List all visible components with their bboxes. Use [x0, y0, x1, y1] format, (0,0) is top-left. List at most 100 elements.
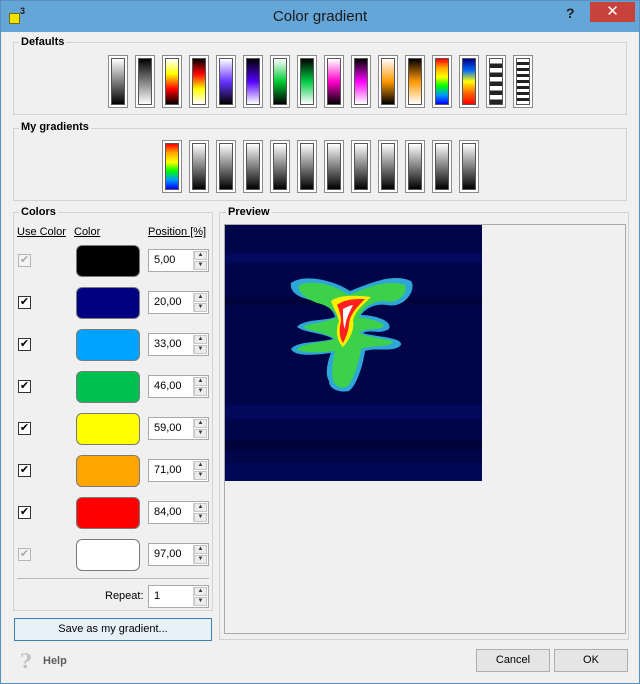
spin-up-icon[interactable]: ▲	[194, 293, 207, 302]
use-color-checkbox-2[interactable]: ✔	[18, 296, 31, 309]
color-picker-button-4[interactable]	[76, 371, 140, 403]
my-gradient-swatch-fill	[273, 143, 287, 190]
my-gradient-slot-2[interactable]	[216, 140, 236, 193]
default-gradient-black-to-white[interactable]	[108, 55, 128, 108]
default-gradient-orange-white[interactable]	[378, 55, 398, 108]
my-gradient-slot-10[interactable]	[432, 140, 452, 193]
default-gradient-blue-white[interactable]	[216, 55, 236, 108]
spin-up-icon[interactable]: ▲	[194, 503, 207, 512]
spin-up-icon[interactable]: ▲	[194, 545, 207, 554]
default-gradient-purple[interactable]	[243, 55, 263, 108]
position-value[interactable]: 59,00	[154, 422, 182, 434]
color-header[interactable]: Color	[74, 226, 100, 238]
default-gradient-stripes-2[interactable]	[513, 55, 533, 108]
spin-down-icon[interactable]: ▼	[194, 303, 207, 312]
my-gradient-slot-11[interactable]	[459, 140, 479, 193]
default-gradient-white-to-black[interactable]	[135, 55, 155, 108]
spin-down-icon[interactable]: ▼	[194, 387, 207, 396]
spin-up-icon[interactable]: ▲	[194, 587, 207, 596]
position-value[interactable]: 5,00	[154, 254, 175, 266]
spin-down-icon[interactable]: ▼	[194, 261, 207, 270]
use-color-header[interactable]: Use Color	[17, 226, 66, 238]
position-spinbox-6[interactable]: 71,00 ▲ ▼	[148, 459, 209, 482]
default-gradient-swatch-fill	[246, 58, 260, 105]
my-gradient-slot-9[interactable]	[405, 140, 425, 193]
use-color-checkbox-7[interactable]: ✔	[18, 506, 31, 519]
spin-up-icon[interactable]: ▲	[194, 377, 207, 386]
save-as-my-gradient-button[interactable]: Save as my gradient...	[14, 618, 212, 641]
position-spinbox-1[interactable]: 5,00 ▲ ▼	[148, 249, 209, 272]
my-gradient-slot-7[interactable]	[351, 140, 371, 193]
close-button[interactable]: ✕	[590, 2, 635, 22]
default-gradient-magenta-white[interactable]	[324, 55, 344, 108]
position-spinbox-4[interactable]: 46,00 ▲ ▼	[148, 375, 209, 398]
use-color-checkbox-4[interactable]: ✔	[18, 380, 31, 393]
color-picker-button-3[interactable]	[76, 329, 140, 361]
default-gradient-magenta[interactable]	[351, 55, 371, 108]
default-gradient-swatch-fill	[300, 58, 314, 105]
help-icon[interactable]: ?	[20, 649, 32, 673]
cancel-button[interactable]: Cancel	[476, 649, 550, 672]
default-gradient-red-yellow[interactable]	[189, 55, 209, 108]
context-help-button[interactable]: ?	[566, 5, 575, 21]
default-gradient-hot[interactable]	[162, 55, 182, 108]
position-spinbox-2[interactable]: 20,00 ▲ ▼	[148, 291, 209, 314]
position-spinbox-3[interactable]: 33,00 ▲ ▼	[148, 333, 209, 356]
my-gradient-slot-1[interactable]	[189, 140, 209, 193]
my-gradient-slot-3[interactable]	[243, 140, 263, 193]
spin-down-icon[interactable]: ▼	[194, 513, 207, 522]
position-value[interactable]: 84,00	[154, 506, 182, 518]
position-value[interactable]: 20,00	[154, 296, 182, 308]
my-gradient-slot-5[interactable]	[297, 140, 317, 193]
position-value[interactable]: 33,00	[154, 338, 182, 350]
default-gradient-rainbow[interactable]	[432, 55, 452, 108]
default-gradient-swatch-fill	[165, 58, 179, 105]
default-gradient-green-white[interactable]	[270, 55, 290, 108]
position-value[interactable]: 46,00	[154, 380, 182, 392]
use-color-checkbox-6[interactable]: ✔	[18, 464, 31, 477]
default-gradient-swatch-fill	[219, 58, 233, 105]
default-gradient-green[interactable]	[297, 55, 317, 108]
my-gradient-my-rainbow[interactable]	[162, 140, 182, 193]
default-gradient-swatch-fill	[381, 58, 395, 105]
default-gradient-orange[interactable]	[405, 55, 425, 108]
position-spinbox-8[interactable]: 97,00 ▲ ▼	[148, 543, 209, 566]
use-color-checkbox-3[interactable]: ✔	[18, 338, 31, 351]
color-picker-button-6[interactable]	[76, 455, 140, 487]
spin-up-icon[interactable]: ▲	[194, 251, 207, 260]
default-gradient-swatch-fill	[192, 58, 206, 105]
my-gradient-swatch-fill	[435, 143, 449, 190]
spin-up-icon[interactable]: ▲	[194, 461, 207, 470]
spin-down-icon[interactable]: ▼	[194, 555, 207, 564]
color-picker-button-2[interactable]	[76, 287, 140, 319]
spin-down-icon[interactable]: ▼	[194, 471, 207, 480]
use-color-checkbox-8: ✔	[18, 548, 31, 561]
repeat-value[interactable]: 1	[154, 590, 160, 602]
help-link[interactable]: Help	[43, 655, 67, 667]
position-header[interactable]: Position [%]	[148, 226, 206, 238]
default-gradient-swatch-fill	[111, 58, 125, 105]
use-color-checkbox-5[interactable]: ✔	[18, 422, 31, 435]
default-gradient-stripes-1[interactable]	[486, 55, 506, 108]
my-gradient-slot-4[interactable]	[270, 140, 290, 193]
spin-down-icon[interactable]: ▼	[194, 597, 207, 606]
position-value[interactable]: 71,00	[154, 464, 182, 476]
spin-up-icon[interactable]: ▲	[194, 419, 207, 428]
position-spinbox-7[interactable]: 84,00 ▲ ▼	[148, 501, 209, 524]
my-gradient-slot-8[interactable]	[378, 140, 398, 193]
color-picker-button-5[interactable]	[76, 413, 140, 445]
ok-button[interactable]: OK	[554, 649, 628, 672]
spin-up-icon[interactable]: ▲	[194, 335, 207, 344]
spin-down-icon[interactable]: ▼	[194, 429, 207, 438]
color-picker-button-8[interactable]	[76, 539, 140, 571]
default-gradient-jet[interactable]	[459, 55, 479, 108]
color-picker-button-1[interactable]	[76, 245, 140, 277]
my-gradient-swatch-fill	[408, 143, 422, 190]
color-picker-button-7[interactable]	[76, 497, 140, 529]
position-value[interactable]: 97,00	[154, 548, 182, 560]
my-gradients-group	[13, 128, 627, 201]
repeat-spinbox[interactable]: 1 ▲ ▼	[148, 585, 209, 608]
spin-down-icon[interactable]: ▼	[194, 345, 207, 354]
position-spinbox-5[interactable]: 59,00 ▲ ▼	[148, 417, 209, 440]
my-gradient-slot-6[interactable]	[324, 140, 344, 193]
